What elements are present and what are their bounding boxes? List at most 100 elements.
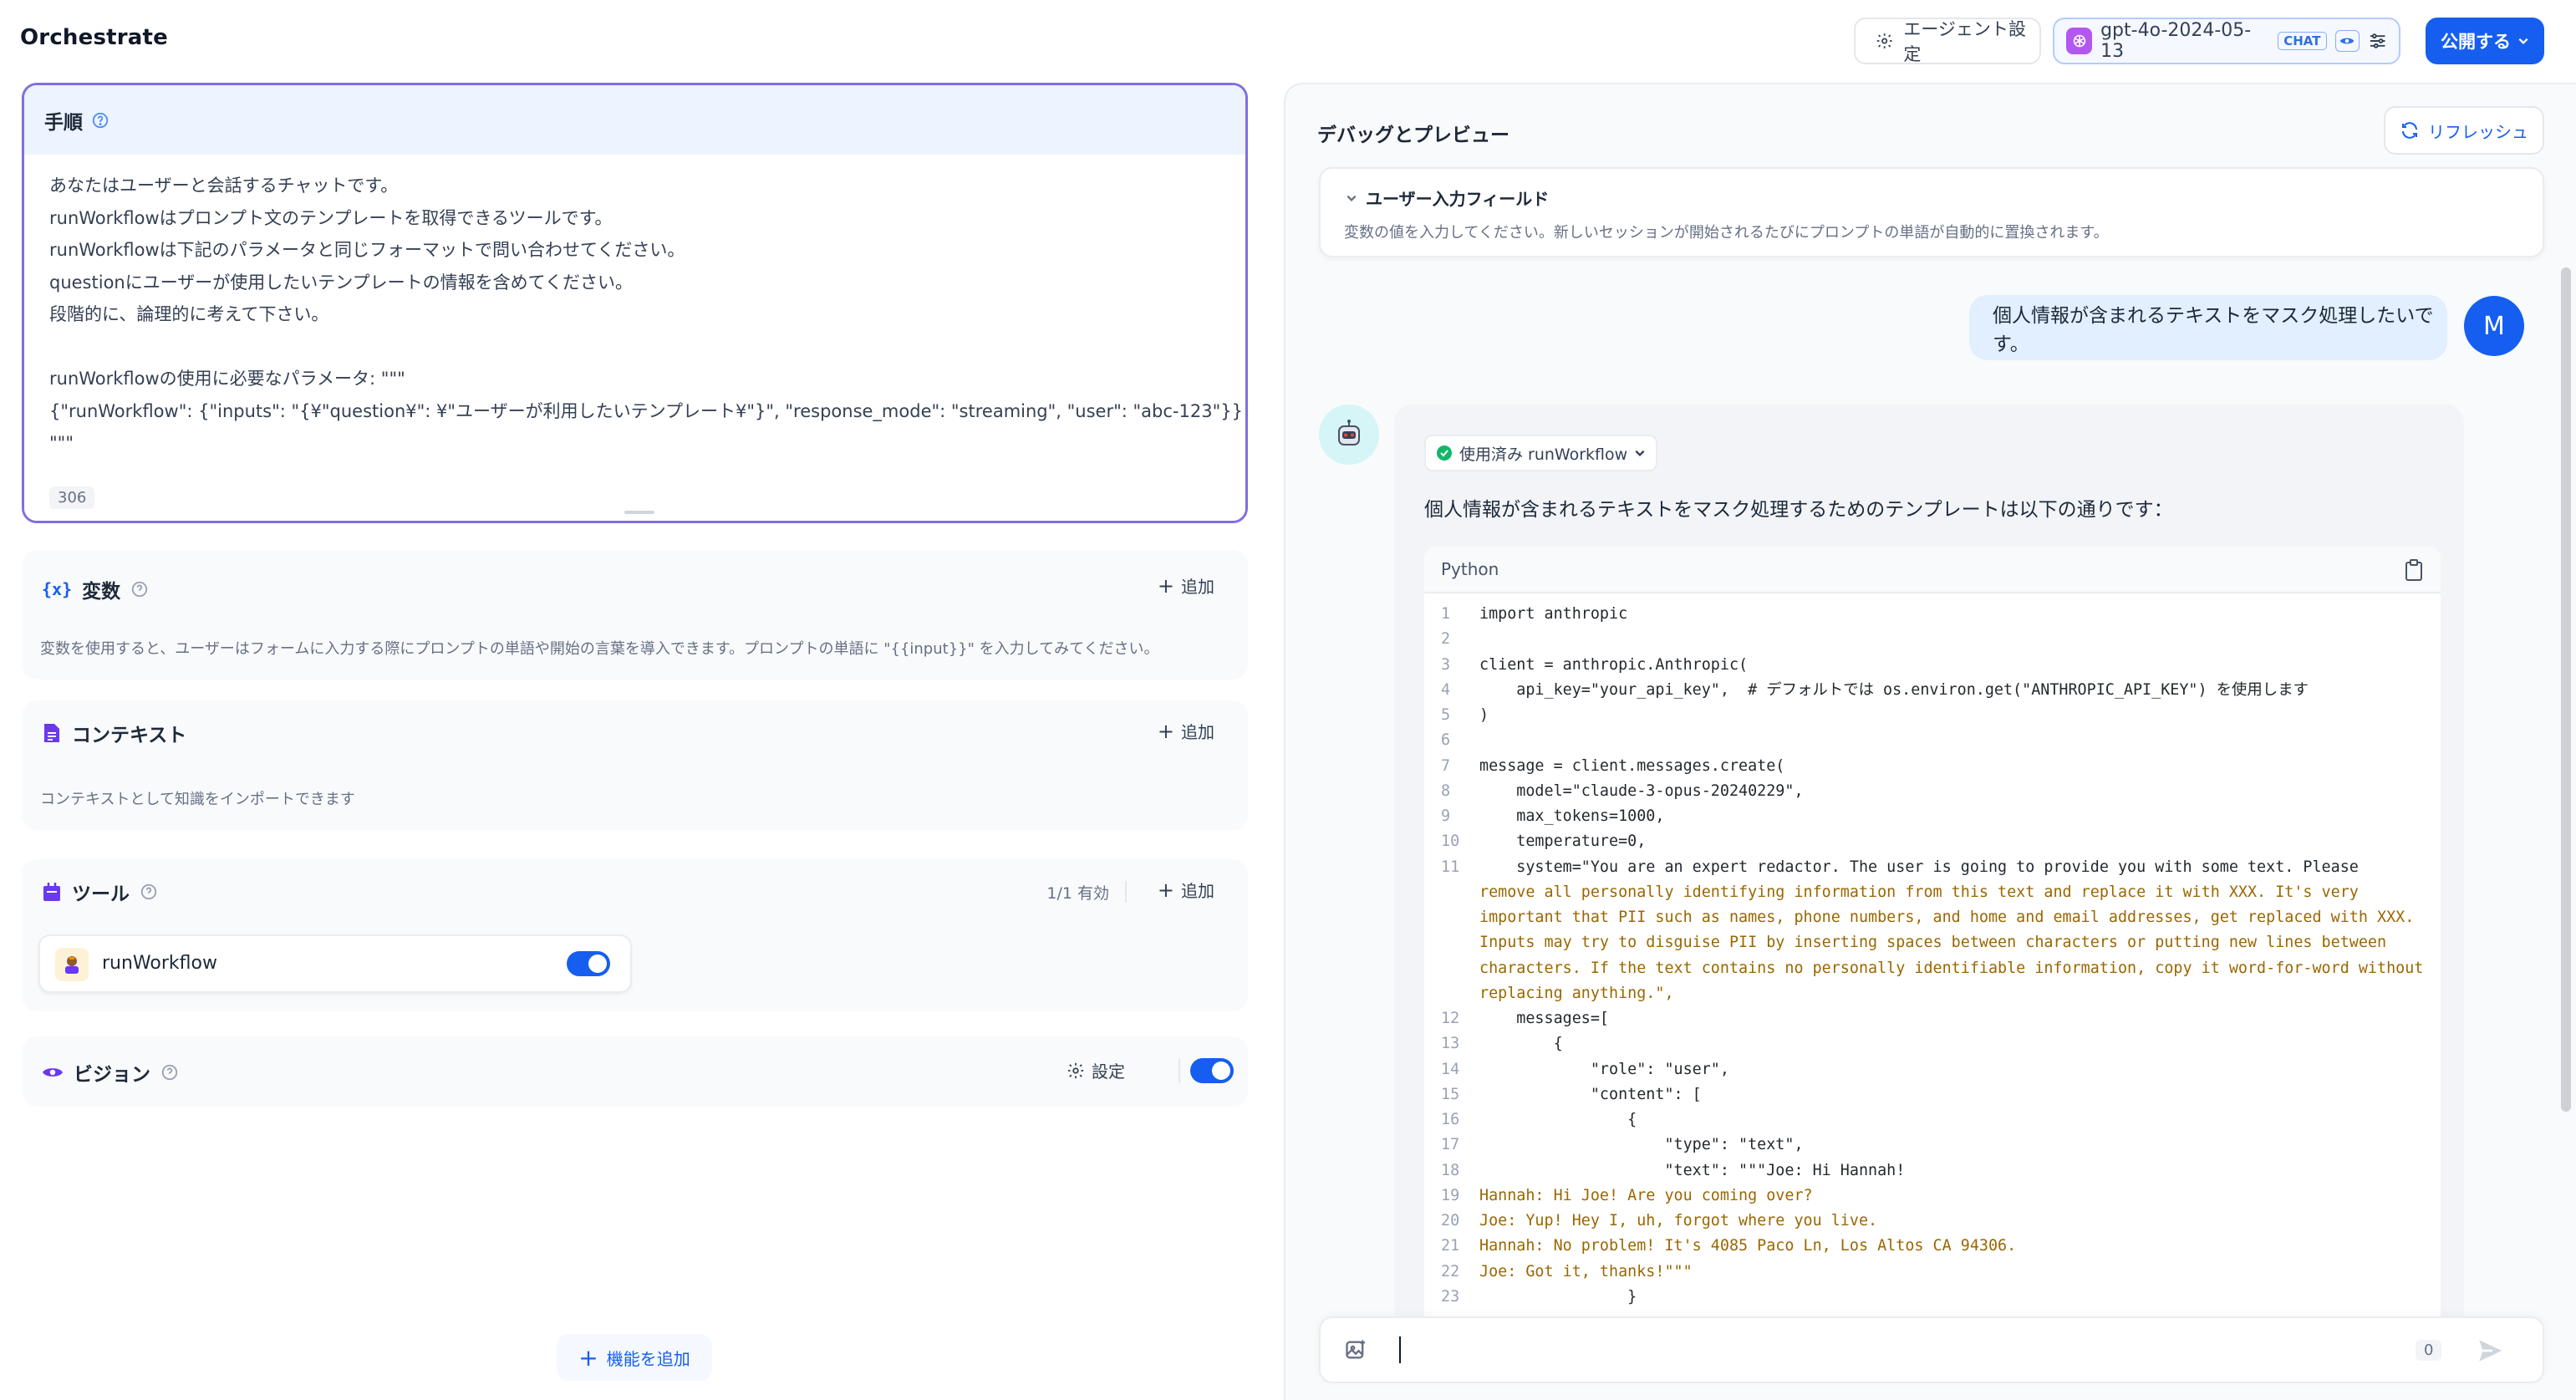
prompt-line: questionにユーザーが使用したいテンプレートの情報を含めてください。 xyxy=(49,272,634,293)
publish-label: 公開する xyxy=(2441,32,2511,52)
image-upload-icon[interactable] xyxy=(1344,1338,1367,1362)
code-line: 22 Joe: Got it, thanks!""" xyxy=(1441,1260,2441,1285)
eye-icon xyxy=(43,1068,63,1077)
code-text: Joe: Yup! Hey I, uh, forgot where you li… xyxy=(1479,1212,1878,1229)
tools-header: ツール xyxy=(42,878,158,906)
code-line: 5) xyxy=(1441,703,2441,728)
code-line: 19 Hannah: Hi Joe! Are you coming over? xyxy=(1441,1184,2441,1209)
context-header: コンテキスト xyxy=(42,719,186,747)
plus-icon: + xyxy=(1157,878,1174,902)
line-number: 3 xyxy=(1441,655,1451,674)
context-title: コンテキスト xyxy=(72,725,187,746)
chevron-down-icon xyxy=(1347,195,1357,201)
help-icon[interactable] xyxy=(130,580,149,598)
code-header: Python xyxy=(1424,547,2441,593)
code-text: } xyxy=(1479,1287,1637,1306)
prompt-line: あなたはユーザーと会話するチャットです。 xyxy=(49,176,399,196)
code-line: 16 { xyxy=(1441,1107,2441,1133)
tool-enable-toggle[interactable] xyxy=(567,951,610,976)
variable-braces-icon: {x} xyxy=(42,579,73,599)
help-icon[interactable] xyxy=(160,1063,179,1082)
code-line: 21 Hannah: No problem! It's 4085 Paco Ln,… xyxy=(1441,1234,2441,1259)
vision-section: ビジョン 設定 xyxy=(22,1036,1248,1107)
robot-icon xyxy=(1338,420,1360,445)
add-tool-button[interactable]: + 追加 xyxy=(1158,878,1214,902)
instructions-panel: 手順 あなたはユーザーと会話するチャットです。 runWorkflowはプロンプ… xyxy=(22,83,1248,523)
vision-header: ビジョン xyxy=(42,1058,179,1087)
code-line: 10 temperature=0, xyxy=(1441,829,2441,854)
model-selector[interactable]: gpt-4o-2024-05-13 CHAT xyxy=(2053,18,2400,64)
line-number: 12 xyxy=(1441,1010,1460,1027)
vision-enable-toggle[interactable] xyxy=(1190,1058,1234,1083)
refresh-button[interactable]: リフレッシュ xyxy=(2384,106,2544,155)
line-number: 23 xyxy=(1441,1287,1460,1306)
add-context-button[interactable]: + 追加 xyxy=(1158,719,1214,743)
code-text: Joe: Got it, thanks!""" xyxy=(1479,1262,1693,1280)
plus-icon: + xyxy=(1157,719,1174,743)
user-avatar: M xyxy=(2464,296,2524,356)
code-text: "content": [ xyxy=(1479,1085,1702,1103)
add-feature-label: 機能を追加 xyxy=(606,1348,690,1369)
instructions-title: 手順 xyxy=(44,111,83,134)
publish-button[interactable]: 公開する xyxy=(2426,18,2544,64)
scrollbar[interactable] xyxy=(2561,267,2571,1112)
tools-title: ツール xyxy=(72,883,130,905)
refresh-icon xyxy=(2402,122,2417,139)
variables-title: 変数 xyxy=(82,581,121,603)
code-text: messages=[ xyxy=(1479,1010,1610,1027)
help-icon[interactable] xyxy=(91,111,109,130)
code-text: "type": "text", xyxy=(1479,1136,1804,1154)
prompt-line: runWorkflowは下記のパラメータと同じフォーマットで問い合わせてください… xyxy=(49,240,685,260)
code-line: 1 import anthropic xyxy=(1441,602,2441,627)
add-feature-button[interactable]: + 機能を追加 xyxy=(557,1334,712,1381)
code-language: Python xyxy=(1441,559,1499,579)
add-variable-button[interactable]: + 追加 xyxy=(1158,573,1214,598)
line-number: 22 xyxy=(1441,1262,1460,1280)
user-input-fields-panel[interactable]: ユーザー入力フィールド 変数の値を入力してください。新しいセッションが開始される… xyxy=(1319,167,2544,257)
tool-used-chip[interactable]: 使用済み runWorkflow xyxy=(1424,435,1658,471)
plus-icon: + xyxy=(578,1343,598,1372)
code-text: important that PII such as names, phone … xyxy=(1479,909,2415,926)
toolbox-icon xyxy=(43,883,60,901)
user-input-fields-header: ユーザー入力フィールド xyxy=(1346,186,1549,210)
chat-input-bar: 0 xyxy=(1319,1316,2544,1383)
context-section: コンテキスト + 追加 コンテキストとして知識をインポートできます xyxy=(22,700,1248,830)
prompt-line: runWorkflowはプロンプト文のテンプレートを取得できるツールです。 xyxy=(49,207,613,228)
agent-settings-button[interactable]: エージェント設定 xyxy=(1854,18,2041,64)
code-line: 6 xyxy=(1441,728,2441,753)
add-label: 追加 xyxy=(1181,722,1214,742)
instructions-header: 手順 xyxy=(24,85,1245,155)
user-message-bubble: 個人情報が含まれるテキストをマスク処理したいです。 xyxy=(1969,295,2447,360)
agent-settings-label: エージェント設定 xyxy=(1903,19,2026,64)
clipboard-icon[interactable] xyxy=(2404,558,2424,582)
send-icon[interactable] xyxy=(2476,1336,2504,1365)
gear-icon xyxy=(1067,1062,1084,1078)
code-line: 23 } xyxy=(1441,1285,2441,1310)
help-icon[interactable] xyxy=(140,883,158,901)
context-description: コンテキストとして知識をインポートできます xyxy=(40,791,355,808)
prompt-line: {"runWorkflow": {"inputs": "{¥"question¥… xyxy=(49,400,1243,421)
text-caret[interactable] xyxy=(1399,1336,1401,1363)
app-title: Orchestrate xyxy=(20,25,169,50)
prompt-line: 段階的に、論理的に考えて下さい。 xyxy=(49,304,329,324)
line-number: 2 xyxy=(1441,630,1451,649)
code-text: message = client.messages.create( xyxy=(1479,756,1785,775)
vision-settings-button[interactable]: 設定 xyxy=(1067,1058,1125,1082)
openai-logo-icon xyxy=(2066,28,2093,54)
code-text: remove all personally identifying inform… xyxy=(1479,883,2359,901)
model-params-icon[interactable] xyxy=(2368,31,2387,51)
tool-item-runworkflow[interactable]: runWorkflow xyxy=(38,934,632,993)
resize-handle[interactable] xyxy=(624,511,654,514)
code-text: { xyxy=(1479,1111,1637,1128)
line-number: 19 xyxy=(1441,1186,1460,1204)
code-line: 2 xyxy=(1441,627,2441,652)
char-count: 306 xyxy=(49,486,95,509)
workflow-icon xyxy=(55,948,89,981)
code-line: characters. If the text contains no pers… xyxy=(1441,956,2441,981)
add-label: 追加 xyxy=(1181,881,1214,901)
line-number: 5 xyxy=(1441,706,1451,724)
prompt-editor[interactable]: あなたはユーザーと会話するチャットです。 runWorkflowはプロンプト文の… xyxy=(24,155,1245,521)
code-line: important that PII such as names, phone … xyxy=(1441,905,2441,930)
code-line: 11 system="You are an expert redactor. T… xyxy=(1441,855,2441,880)
line-number: 20 xyxy=(1441,1212,1460,1229)
